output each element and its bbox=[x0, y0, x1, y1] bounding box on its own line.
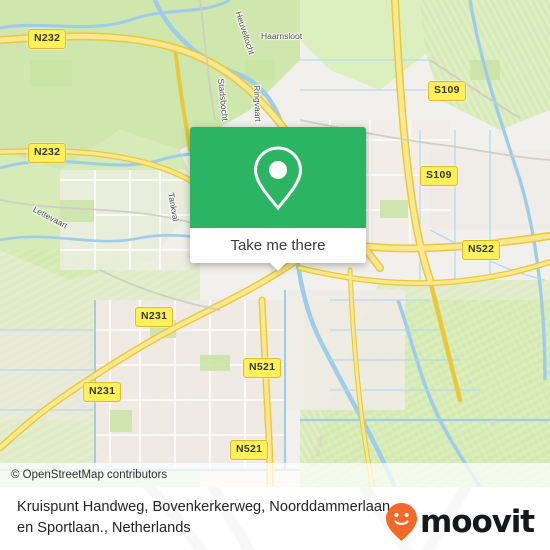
moovit-wordmark: moovit bbox=[420, 503, 535, 540]
moovit-smiley-pin-icon bbox=[386, 503, 418, 541]
road-shield-n522: N522 bbox=[462, 240, 501, 260]
footer-bar: Kruispunt Handweg, Bovenkerkerweg, Noord… bbox=[0, 487, 550, 550]
location-pin-icon bbox=[253, 145, 303, 210]
moovit-logo[interactable]: moovit bbox=[386, 503, 535, 541]
road-shield-s109: S109 bbox=[420, 166, 458, 186]
road-shield-n232: N232 bbox=[28, 29, 67, 49]
road-shield-n232: N232 bbox=[28, 143, 67, 163]
map-screenshot: Haarnsloot Heuveltocht Lettevaart Ringva… bbox=[0, 0, 550, 550]
road-shield-n231: N231 bbox=[83, 382, 122, 402]
popup-header bbox=[190, 127, 366, 228]
osm-attribution[interactable]: © OpenStreetMap contributors bbox=[0, 463, 550, 487]
road-shield-n231: N231 bbox=[135, 307, 174, 327]
popup-footer[interactable]: Take me there bbox=[190, 228, 366, 271]
popup-tail-pointer bbox=[269, 262, 287, 271]
road-shield-n521: N521 bbox=[243, 358, 282, 378]
location-popup-card[interactable]: Take me there bbox=[190, 127, 366, 271]
road-shield-s109: S109 bbox=[428, 81, 466, 101]
take-me-there-button[interactable]: Take me there bbox=[230, 237, 325, 254]
page-title: Kruispunt Handweg, Bovenkerkerweg, Noord… bbox=[17, 499, 391, 536]
map-canvas[interactable]: Haarnsloot Heuveltocht Lettevaart Ringva… bbox=[0, 0, 550, 487]
road-shield-n521: N521 bbox=[230, 440, 269, 460]
osm-attribution-text[interactable]: © OpenStreetMap contributors bbox=[11, 469, 167, 481]
